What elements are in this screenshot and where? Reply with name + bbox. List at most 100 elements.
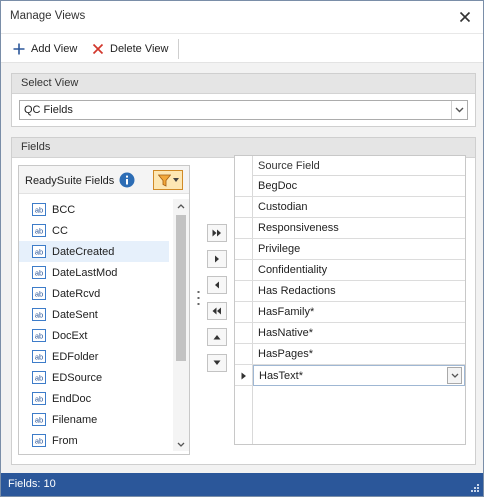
row-indicator-column — [235, 156, 253, 444]
available-field-item[interactable]: ab EDFolder — [19, 346, 169, 367]
ab-text-field-icon: ab — [32, 224, 46, 237]
available-field-label: Filename — [52, 413, 98, 426]
move-down-button[interactable] — [207, 354, 227, 372]
current-row-pointer-icon — [241, 371, 247, 380]
view-selector-dropdown-button[interactable] — [451, 101, 467, 119]
row-indicator-divider — [235, 343, 253, 344]
source-field-cell: HasText* — [259, 370, 304, 382]
available-field-item[interactable]: ab DateSent — [19, 304, 169, 325]
close-button[interactable] — [455, 7, 475, 27]
funnel-icon — [157, 174, 171, 187]
available-field-item[interactable]: ab EDSource — [19, 367, 169, 388]
chevron-down-icon — [177, 442, 185, 447]
move-left-button[interactable] — [207, 276, 227, 294]
source-field-row[interactable]: Privilege — [253, 239, 465, 260]
available-field-item[interactable]: ab CC — [19, 220, 169, 241]
available-field-item[interactable]: ab DocExt — [19, 325, 169, 346]
row-indicator-divider — [235, 238, 253, 239]
available-field-item[interactable]: ab Filename — [19, 409, 169, 430]
move-all-left-button[interactable] — [207, 302, 227, 320]
move-all-right-button[interactable] — [207, 224, 227, 242]
row-indicator-divider — [235, 196, 253, 197]
source-field-cell: HasNative* — [258, 327, 314, 339]
available-field-label: From — [52, 434, 78, 447]
toolbar: Add View Delete View — [1, 33, 483, 63]
filter-chevron-down-icon — [172, 178, 179, 182]
available-field-label: DateSent — [52, 308, 98, 321]
source-field-row[interactable]: Responsiveness — [253, 218, 465, 239]
svg-text:ab: ab — [35, 353, 43, 362]
source-field-row[interactable]: Has Redactions — [253, 281, 465, 302]
row-indicator-divider — [235, 364, 253, 365]
svg-text:ab: ab — [35, 248, 43, 257]
available-fields-panel: ReadySuite Fields ab BCC ab CC ab DateCr… — [18, 165, 190, 455]
chevron-down-icon — [451, 373, 458, 378]
triangle-down-icon — [213, 360, 221, 365]
delete-view-button[interactable]: Delete View — [92, 40, 169, 58]
available-field-label: CC — [52, 224, 68, 237]
source-field-cell: HasPages* — [258, 348, 314, 360]
available-fields-header: ReadySuite Fields — [19, 166, 189, 194]
available-field-item[interactable]: ab DateCreated — [19, 241, 169, 262]
move-right-button[interactable] — [207, 250, 227, 268]
filter-button[interactable] — [153, 170, 183, 190]
chevron-down-icon — [455, 107, 464, 113]
plus-icon — [13, 43, 25, 55]
svg-text:ab: ab — [35, 311, 43, 320]
row-indicator-divider — [235, 385, 253, 386]
ab-text-field-icon: ab — [32, 371, 46, 384]
available-field-item[interactable]: ab DateRcvd — [19, 283, 169, 304]
status-bar: Fields: 10 — [1, 473, 483, 496]
available-field-item[interactable]: ab BCC — [19, 199, 169, 220]
available-field-label: DateCreated — [52, 245, 115, 258]
source-field-row[interactable]: Custodian — [253, 197, 465, 218]
view-selector-combo[interactable]: QC Fields — [19, 100, 468, 120]
svg-text:ab: ab — [35, 395, 43, 404]
available-field-item[interactable]: ab EndDoc — [19, 388, 169, 409]
ab-text-field-icon: ab — [32, 413, 46, 426]
source-field-cell: Has Redactions — [258, 285, 336, 297]
ab-text-field-icon: ab — [32, 308, 46, 321]
source-field-row[interactable]: Confidentiality — [253, 260, 465, 281]
available-field-item[interactable]: ab DateLastMod — [19, 262, 169, 283]
selected-view-value: QC Fields — [24, 104, 73, 116]
info-icon[interactable] — [119, 172, 135, 188]
ab-text-field-icon: ab — [32, 434, 46, 447]
ab-text-field-icon: ab — [32, 287, 46, 300]
available-fields-scrollbar[interactable] — [173, 199, 189, 451]
available-field-item[interactable]: ab From — [19, 430, 169, 451]
available-fields-title: ReadySuite Fields — [25, 175, 115, 187]
source-field-row[interactable]: BegDoc — [253, 176, 465, 197]
available-field-label: EndDoc — [52, 392, 92, 405]
source-field-dropdown-button[interactable] — [447, 367, 462, 384]
source-field-row[interactable]: HasPages* — [253, 344, 465, 365]
svg-text:ab: ab — [35, 332, 43, 341]
ab-text-field-icon: ab — [32, 392, 46, 405]
resize-grip-icon[interactable] — [470, 483, 480, 493]
source-field-row[interactable]: HasNative* — [253, 323, 465, 344]
source-field-header-label: Source Field — [258, 160, 320, 172]
triangle-up-icon — [213, 335, 221, 340]
manage-views-dialog: Manage Views Add View Delete View Select… — [0, 0, 484, 497]
row-indicator-divider — [235, 301, 253, 302]
source-field-cell: Responsiveness — [258, 222, 339, 234]
available-field-label: EDFolder — [52, 350, 99, 363]
scroll-up-button[interactable] — [173, 199, 189, 213]
fields-group: Fields ReadySuite Fields ab BCC ab CC ab… — [11, 137, 476, 465]
available-field-label: DateLastMod — [52, 266, 118, 279]
chevron-right-icon — [215, 255, 219, 263]
delete-view-label: Delete View — [110, 43, 169, 55]
source-field-row[interactable]: HasFamily* — [253, 302, 465, 323]
select-view-group: Select View QC Fields — [11, 73, 476, 127]
source-field-column-header[interactable]: Source Field — [253, 156, 465, 176]
x-icon — [92, 43, 104, 55]
source-fields-grid: Source Field BegDoc Custodian Responsivene… — [234, 155, 466, 445]
scroll-down-button[interactable] — [173, 437, 189, 451]
svg-text:ab: ab — [35, 290, 43, 299]
add-view-button[interactable]: Add View — [13, 40, 77, 58]
scroll-thumb[interactable] — [176, 215, 186, 361]
splitter-grip[interactable] — [197, 290, 200, 306]
move-up-button[interactable] — [207, 328, 227, 346]
ab-text-field-icon: ab — [32, 245, 46, 258]
source-field-row[interactable]: HasText* — [253, 365, 465, 386]
